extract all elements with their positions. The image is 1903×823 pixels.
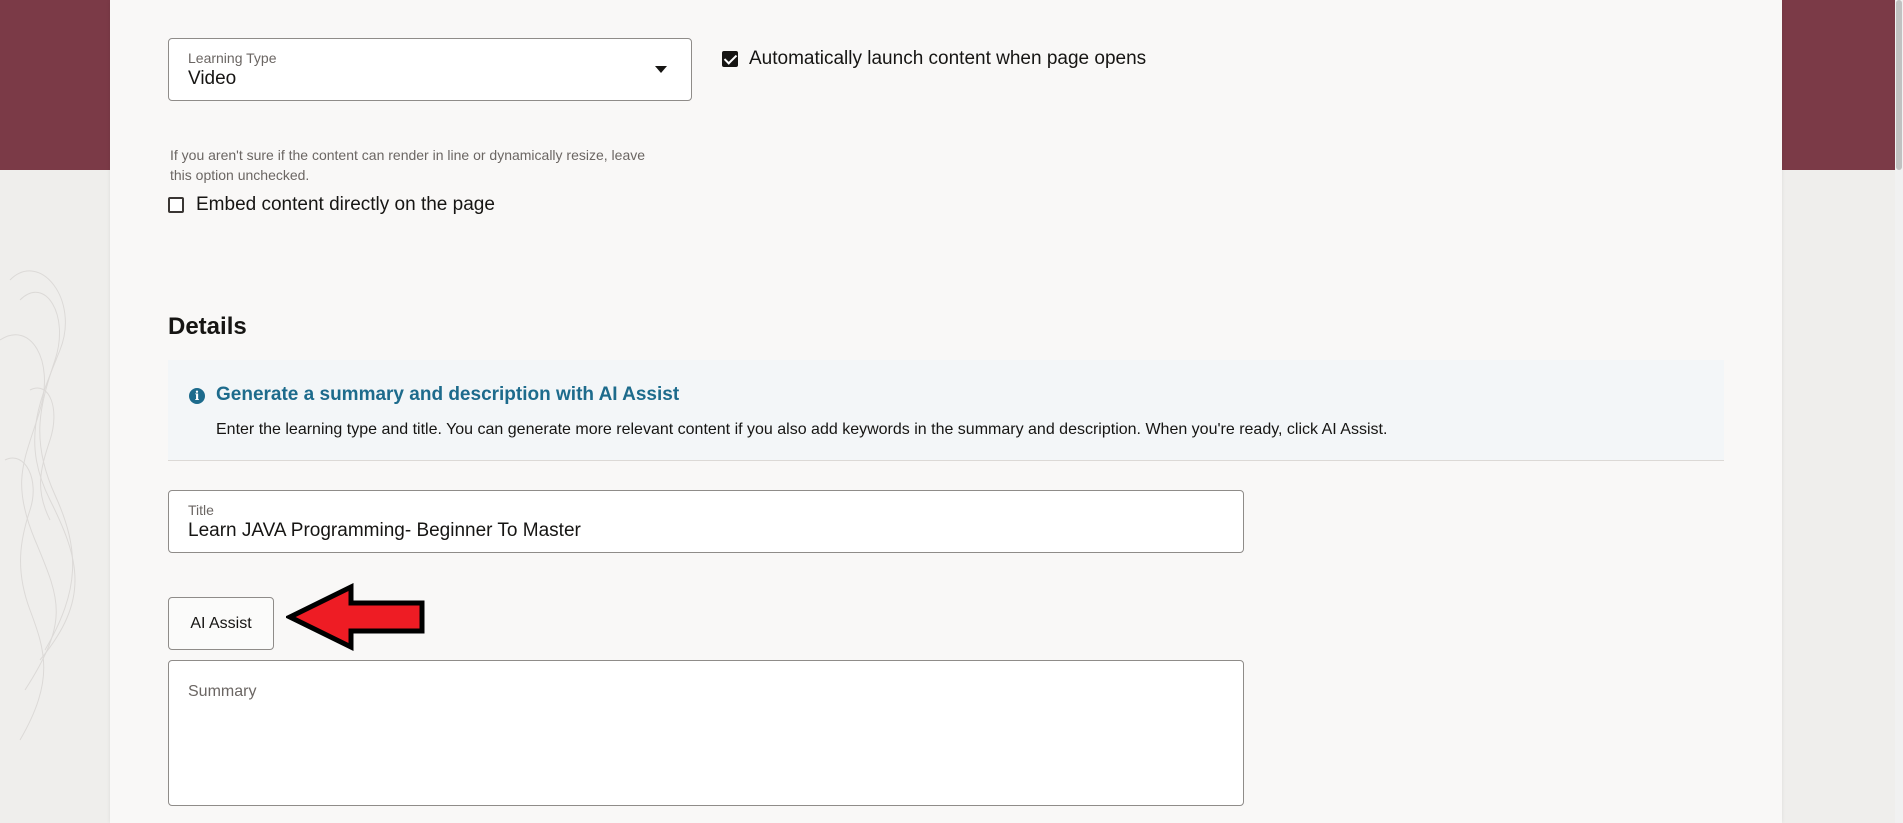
- content-panel: Learning Type Video Automatically launch…: [110, 0, 1782, 823]
- embed-label[interactable]: Embed content directly on the page: [196, 194, 495, 216]
- ai-info-title: Generate a summary and description with …: [216, 384, 680, 405]
- ai-assist-button[interactable]: AI Assist: [168, 597, 274, 650]
- learning-type-select[interactable]: Learning Type Video: [168, 38, 692, 101]
- details-heading: Details: [168, 313, 247, 340]
- learning-type-label: Learning Type: [188, 50, 277, 66]
- embed-help-line-2: this option unchecked.: [170, 167, 310, 183]
- scrollbar-thumb[interactable]: [1896, 0, 1902, 170]
- auto-launch-checkbox[interactable]: [722, 51, 738, 67]
- auto-launch-label[interactable]: Automatically launch content when page o…: [749, 48, 1146, 70]
- embed-help-line-1: If you aren't sure if the content can re…: [170, 147, 646, 163]
- summary-field[interactable]: Summary: [168, 660, 1244, 806]
- summary-label: Summary: [188, 683, 257, 700]
- background-pattern: [0, 270, 76, 741]
- info-icon: i: [189, 388, 205, 404]
- learning-type-value: Video: [188, 68, 237, 89]
- embed-help-text: If you aren't sure if the content can re…: [170, 145, 645, 185]
- title-field[interactable]: Title Learn JAVA Programming- Beginner T…: [168, 490, 1244, 553]
- title-value: Learn JAVA Programming- Beginner To Mast…: [188, 520, 581, 541]
- ai-assist-info-box: i Generate a summary and description wit…: [168, 360, 1724, 461]
- title-label: Title: [188, 502, 214, 518]
- chevron-down-icon[interactable]: [655, 66, 667, 73]
- embed-checkbox[interactable]: [168, 197, 184, 213]
- ai-info-text: Enter the learning type and title. You c…: [216, 421, 1388, 438]
- pointer-arrow-icon: [286, 583, 425, 651]
